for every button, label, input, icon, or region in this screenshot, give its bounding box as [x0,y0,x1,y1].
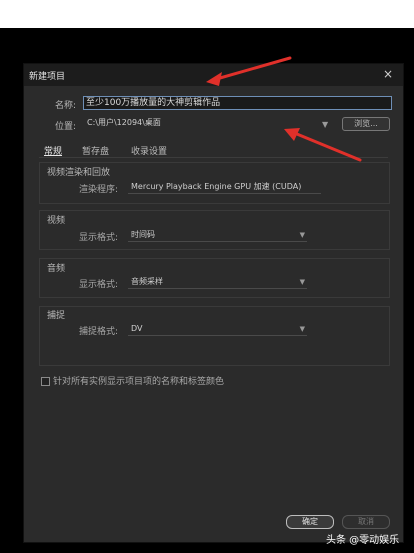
arrow-to-title [206,56,292,86]
watermark: 头条 @零动娱乐 [326,535,400,546]
annotation-arrows [206,56,362,162]
arrow-to-location [284,128,362,162]
